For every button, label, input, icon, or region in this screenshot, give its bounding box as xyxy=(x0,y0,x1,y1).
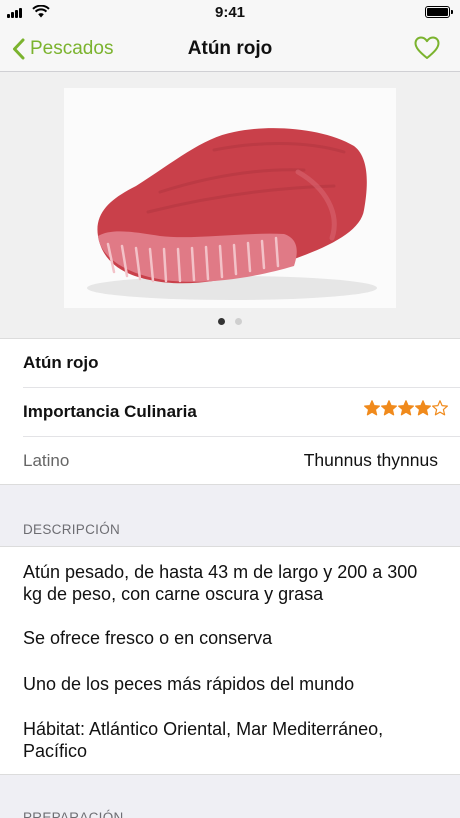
name-row: Atún rojo xyxy=(23,339,460,388)
culinary-importance-label: Importancia Culinaria xyxy=(23,402,197,421)
culinary-importance-row: Importancia Culinaria xyxy=(23,388,460,437)
star-filled-icon xyxy=(415,400,431,416)
back-button[interactable]: Pescados xyxy=(12,34,113,64)
description-paragraph: Uno de los peces más rápidos del mundo xyxy=(23,674,355,694)
info-table: Atún rojo Importancia Culinaria Latino T… xyxy=(0,338,460,485)
preparation-header: PREPARACIÓN xyxy=(23,810,124,818)
status-bar: 9:41 xyxy=(0,0,460,26)
description-paragraph: Hábitat: Atlántico Oriental, Mar Mediter… xyxy=(23,719,384,761)
fish-name: Atún rojo xyxy=(23,353,99,372)
description-paragraph: Atún pesado, de hasta 43 m de largo y 20… xyxy=(23,562,418,604)
latin-label: Latino xyxy=(23,451,70,470)
latin-name-row: Latino Thunnus thynnus xyxy=(23,437,460,486)
page-dot xyxy=(235,318,242,325)
heart-icon xyxy=(414,36,440,59)
back-button-label: Pescados xyxy=(30,38,114,59)
latin-value: Thunnus thynnus xyxy=(303,450,438,470)
page-dot-active xyxy=(218,318,225,325)
battery-icon xyxy=(425,6,453,18)
image-gallery[interactable] xyxy=(0,72,460,338)
star-rating xyxy=(364,400,448,416)
star-filled-icon xyxy=(398,400,414,416)
favorite-button[interactable] xyxy=(414,36,440,65)
tuna-steak-photo xyxy=(64,88,396,308)
chevron-left-icon xyxy=(13,38,25,60)
description-header: DESCRIPCIÓN xyxy=(23,522,121,537)
star-filled-icon xyxy=(364,400,380,416)
status-time: 9:41 xyxy=(214,4,246,21)
star-filled-icon xyxy=(381,400,397,416)
navigation-bar: Pescados Atún rojo xyxy=(0,26,460,72)
star-empty-icon xyxy=(432,400,448,416)
page-indicator[interactable] xyxy=(0,318,460,325)
description-paragraph: Se ofrece fresco o en conserva xyxy=(23,628,273,648)
description-section: Atún pesado, de hasta 43 m de largo y 20… xyxy=(0,546,460,775)
